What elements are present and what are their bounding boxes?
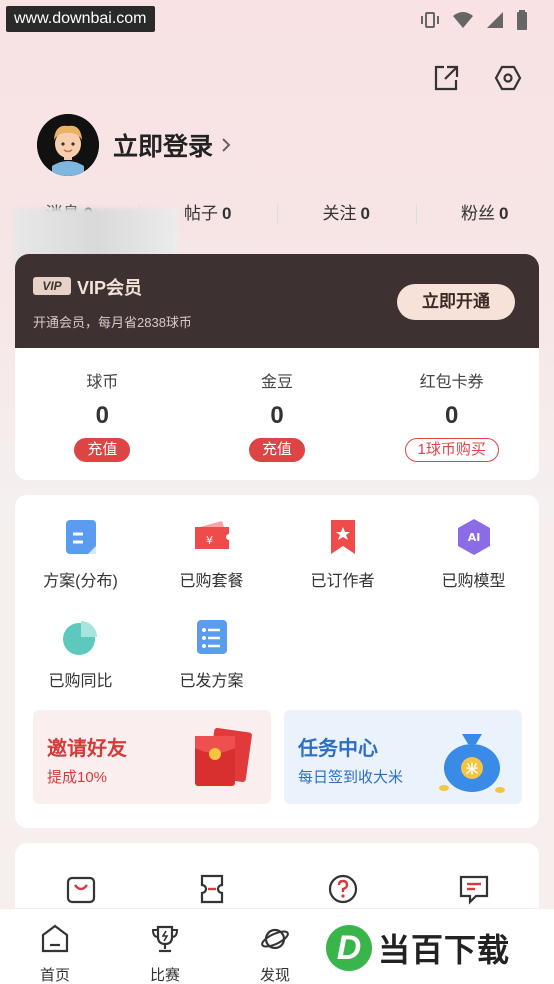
tab-label: 发现: [259, 967, 290, 984]
stat-fans[interactable]: 粉丝 0: [415, 200, 554, 230]
recharge-beans-button[interactable]: 充值: [249, 438, 306, 462]
vibrate-icon: [420, 11, 440, 34]
trophy-icon: [151, 925, 179, 953]
tab-label: 首页: [39, 967, 70, 984]
ticket-icon: ¥: [192, 517, 232, 557]
watermark-label: www.downbai.com: [6, 6, 155, 32]
service-authors[interactable]: 已订作者: [277, 517, 408, 617]
ai-hexagon-icon: AI: [454, 517, 494, 557]
svg-text:¥: ¥: [206, 534, 213, 547]
stat-value: 0: [499, 204, 509, 223]
recharge-coins-button[interactable]: 充值: [74, 438, 131, 462]
signal-icon: [486, 11, 504, 34]
chevron-right-icon: [221, 131, 231, 160]
money-bag-icon: 米: [436, 720, 508, 801]
service-comparison[interactable]: 已购同比: [15, 617, 146, 717]
wallet-label: 金豆: [261, 374, 294, 391]
service-label: 已购模型: [441, 573, 506, 590]
message-feedback-icon[interactable]: [408, 873, 539, 905]
tab-home[interactable]: 首页: [0, 909, 110, 984]
service-label: 已发方案: [179, 673, 244, 690]
wifi-icon: [452, 11, 474, 34]
stat-label: 粉丝: [461, 204, 496, 223]
service-plans[interactable]: 方案(分布): [15, 517, 146, 617]
stat-value: 0: [222, 204, 232, 223]
vip-title: VIP会员: [77, 278, 143, 298]
service-packages[interactable]: ¥ 已购套餐: [146, 517, 277, 617]
help-question-icon[interactable]: [277, 873, 408, 905]
vip-activate-button[interactable]: 立即开通: [397, 284, 515, 320]
coin-symbol: 米: [466, 761, 479, 776]
brand-text: 当百下载: [378, 932, 511, 968]
tab-label: 比赛: [149, 967, 180, 984]
vip-card: VIP VIP会员 开通会员，每月省2838球币 立即开通: [15, 254, 539, 350]
pie-chart-icon: [61, 617, 101, 657]
login-label: 立即登录: [113, 133, 214, 161]
home-icon: [41, 924, 69, 953]
promo-subtitle: 每日签到收大米: [298, 769, 404, 786]
wallet-beans: 金豆 0 充值: [190, 348, 365, 480]
status-bar: [420, 10, 528, 35]
vip-subtitle: 开通会员，每月省2838球币: [33, 315, 192, 330]
battery-icon: [516, 10, 528, 35]
stat-value: 0: [360, 204, 370, 223]
tab-matches[interactable]: 比赛: [110, 909, 220, 984]
tab-discover[interactable]: 发现: [220, 909, 330, 984]
services-panel: 方案(分布) ¥ 已购套餐 已订作者 AI 已购模型 已购同比 已发方案 邀请好…: [15, 495, 539, 828]
promo-title: 任务中心: [298, 738, 378, 760]
wallet-value: 0: [445, 402, 459, 429]
wallet-value: 0: [270, 402, 284, 429]
service-label: 方案(分布): [43, 573, 118, 590]
promo-subtitle: 提成10%: [47, 769, 108, 786]
wallet-panel: 球币 0 充值 金豆 0 充值 红包卡券 0 1球币购买: [15, 348, 539, 480]
invite-friends-card[interactable]: 邀请好友 提成10%: [33, 710, 271, 804]
task-center-card[interactable]: 任务中心 每日签到收大米 米: [284, 710, 522, 804]
service-label: 已购同比: [48, 673, 113, 690]
buy-coupon-button[interactable]: 1球币购买: [404, 438, 499, 462]
top-actions: [430, 62, 524, 94]
service-models[interactable]: AI 已购模型: [408, 517, 539, 617]
settings-icon[interactable]: [492, 62, 524, 94]
stat-following[interactable]: 关注 0: [277, 200, 416, 230]
stat-label: 帖子: [184, 204, 219, 223]
ai-label: AI: [467, 531, 480, 544]
wallet-label: 红包卡券: [419, 374, 484, 391]
profile-header[interactable]: 立即登录: [37, 114, 231, 176]
wallet-value: 0: [95, 402, 110, 429]
services-grid: 方案(分布) ¥ 已购套餐 已订作者 AI 已购模型 已购同比 已发方案: [15, 517, 539, 717]
service-label: 已订作者: [310, 573, 375, 590]
share-icon[interactable]: [430, 62, 462, 94]
login-link[interactable]: 立即登录: [113, 127, 231, 163]
wallet-label: 球币: [86, 374, 119, 391]
plan-doc-icon: [61, 517, 101, 557]
wallet-coins: 球币 0 充值: [15, 348, 190, 480]
wallet-coupons: 红包卡券 0 1球币购买: [364, 348, 539, 480]
more-services-row: [15, 843, 539, 905]
planet-icon: [261, 928, 289, 950]
brand-watermark: D 当百下载: [326, 920, 510, 976]
shop-bag-icon[interactable]: [15, 873, 146, 905]
service-label: 已购套餐: [179, 573, 244, 590]
ticket-outline-icon[interactable]: [146, 873, 277, 905]
bookmark-star-icon: [323, 517, 363, 557]
avatar[interactable]: [37, 114, 99, 176]
red-envelope-icon: [189, 724, 255, 795]
brand-logo: D: [326, 925, 372, 971]
stat-label: 关注: [322, 204, 357, 223]
list-doc-icon: [192, 617, 232, 657]
service-published[interactable]: 已发方案: [146, 617, 277, 717]
promo-title: 邀请好友: [47, 738, 127, 760]
vip-badge: VIP: [33, 277, 71, 295]
